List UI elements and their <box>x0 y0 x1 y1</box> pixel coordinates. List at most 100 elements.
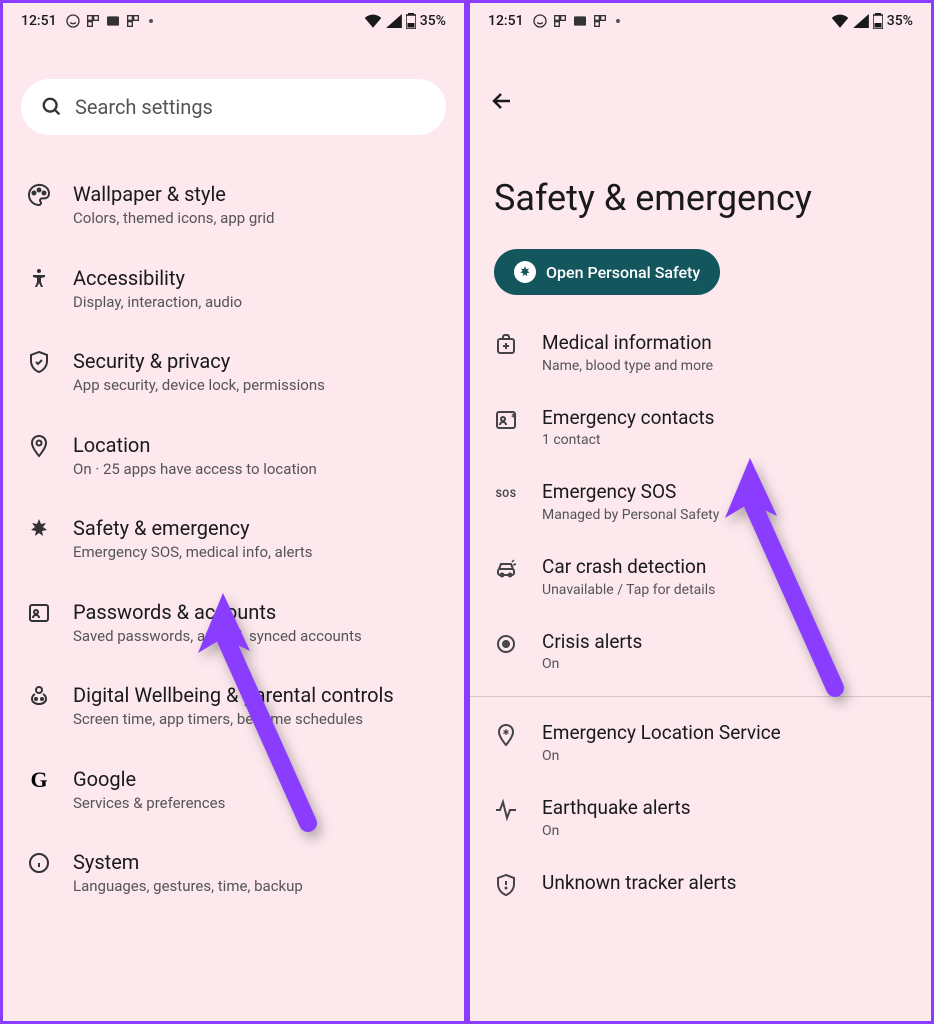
item-subtitle: On · 25 apps have access to location <box>73 460 440 480</box>
settings-item-passwords[interactable]: Passwords & accountsSaved passwords, aut… <box>21 581 446 665</box>
item-subtitle: Managed by Personal Safety <box>542 507 907 523</box>
item-title: Emergency Location Service <box>542 721 907 746</box>
item-title: Car crash detection <box>542 555 907 580</box>
asterisk-icon <box>514 261 536 283</box>
settings-item-wellbeing[interactable]: Digital Wellbeing & parental controlsScr… <box>21 664 446 748</box>
settings-item-google[interactable]: G GoogleServices & preferences <box>21 748 446 832</box>
settings-item-accessibility[interactable]: AccessibilityDisplay, interaction, audio <box>21 247 446 331</box>
settings-item-wallpaper[interactable]: Wallpaper & styleColors, themed icons, a… <box>21 163 446 247</box>
item-subtitle: Emergency SOS, medical info, alerts <box>73 543 440 563</box>
signal-icon <box>386 14 402 28</box>
wifi-icon <box>364 14 382 28</box>
page-title: Safety & emergency <box>470 127 931 249</box>
item-title: Emergency SOS <box>542 480 907 505</box>
item-subtitle: Services & preferences <box>73 794 440 814</box>
whatsapp-icon <box>532 13 548 29</box>
wifi-icon <box>831 14 849 28</box>
status-battery: 35% <box>420 13 446 29</box>
safety-item-contacts[interactable]: ✱ Emergency contacts1 contact <box>494 390 907 465</box>
chip-label: Open Personal Safety <box>546 263 700 282</box>
item-subtitle: On <box>542 748 907 764</box>
app-icon <box>552 13 568 29</box>
status-app-icons <box>532 13 608 29</box>
earthquake-icon <box>494 798 518 822</box>
status-bar: 12:51 35% <box>3 3 464 39</box>
settings-list: Wallpaper & styleColors, themed icons, a… <box>3 163 464 915</box>
els-icon: ✱ <box>494 723 518 747</box>
status-bar: 12:51 35% <box>470 3 931 39</box>
signal-icon <box>853 14 869 28</box>
settings-item-security[interactable]: Security & privacyApp security, device l… <box>21 330 446 414</box>
back-button[interactable] <box>470 39 931 127</box>
status-app-icons <box>65 13 141 29</box>
item-title: Earthquake alerts <box>542 796 907 821</box>
item-title: Safety & emergency <box>73 515 440 541</box>
item-title: Crisis alerts <box>542 630 907 655</box>
shield-icon <box>27 350 51 374</box>
item-title: Passwords & accounts <box>73 599 440 625</box>
info-icon <box>27 851 51 875</box>
safety-item-medical[interactable]: Medical information Name, blood type and … <box>494 315 907 390</box>
item-title: Unknown tracker alerts <box>542 871 907 896</box>
app-icon <box>592 13 608 29</box>
settings-item-location[interactable]: LocationOn · 25 apps have access to loca… <box>21 414 446 498</box>
item-subtitle: 1 contact <box>542 432 907 448</box>
search-bar[interactable] <box>21 79 446 135</box>
item-subtitle: Name, blood type and more <box>542 358 907 374</box>
app-icon <box>125 13 141 29</box>
palette-icon <box>27 183 51 207</box>
tracker-icon <box>494 873 518 897</box>
item-title: System <box>73 849 440 875</box>
safety-item-crash[interactable]: Car crash detection Unavailable / Tap for… <box>494 539 907 614</box>
app-icon <box>572 13 588 29</box>
safety-item-earthquake[interactable]: Earthquake alerts On <box>494 780 907 855</box>
item-subtitle: Saved passwords, autofill, synced accoun… <box>73 627 440 647</box>
settings-item-safety[interactable]: Safety & emergencyEmergency SOS, medical… <box>21 497 446 581</box>
status-battery: 35% <box>887 13 913 29</box>
safety-item-crisis[interactable]: Crisis alertsOn <box>494 614 907 689</box>
item-title: Google <box>73 766 440 792</box>
accessibility-icon <box>27 267 51 291</box>
svg-text:✱: ✱ <box>503 728 510 737</box>
item-title: Medical information <box>542 331 907 356</box>
item-subtitle: Screen time, app timers, bedtime schedul… <box>73 710 440 730</box>
wellbeing-icon <box>27 684 51 708</box>
search-icon <box>41 96 63 118</box>
item-subtitle: On <box>542 823 907 839</box>
status-dot <box>149 19 153 23</box>
app-icon <box>105 13 121 29</box>
status-time: 12:51 <box>21 13 57 29</box>
battery-icon <box>406 13 416 29</box>
item-title: Wallpaper & style <box>73 181 440 207</box>
item-title: Security & privacy <box>73 348 440 374</box>
whatsapp-icon <box>65 13 81 29</box>
item-subtitle: Languages, gestures, time, backup <box>73 877 440 897</box>
location-icon <box>27 434 51 458</box>
item-title: Location <box>73 432 440 458</box>
settings-item-system[interactable]: SystemLanguages, gestures, time, backup <box>21 831 446 915</box>
phone-left: 12:51 35% Wallpaper & styleColors, theme… <box>0 0 467 1024</box>
item-subtitle: Display, interaction, audio <box>73 293 440 313</box>
crisis-icon <box>494 632 518 656</box>
phone-right: 12:51 35% Safety & emergency Open Person… <box>467 0 934 1024</box>
item-subtitle: On <box>542 656 907 672</box>
divider <box>470 696 931 697</box>
safety-item-els[interactable]: ✱ Emergency Location Service On <box>494 705 907 780</box>
svg-text:✱: ✱ <box>511 412 517 420</box>
car-crash-icon <box>494 557 518 581</box>
emergency-icon <box>27 517 51 541</box>
open-personal-safety-button[interactable]: Open Personal Safety <box>494 249 720 295</box>
item-title: Accessibility <box>73 265 440 291</box>
contact-icon: ✱ <box>494 408 518 432</box>
google-icon: G <box>27 768 51 792</box>
safety-list: Medical information Name, blood type and … <box>470 315 931 688</box>
item-subtitle: Unavailable / Tap for details <box>542 582 907 598</box>
search-input[interactable] <box>75 95 426 119</box>
safety-item-tracker[interactable]: Unknown tracker alerts <box>494 855 907 914</box>
account-icon <box>27 601 51 625</box>
item-subtitle: App security, device lock, permissions <box>73 376 440 396</box>
app-icon <box>85 13 101 29</box>
battery-icon <box>873 13 883 29</box>
safety-item-sos[interactable]: SOS Emergency SOSManaged by Personal Saf… <box>494 464 907 539</box>
item-title: Digital Wellbeing & parental controls <box>73 682 440 708</box>
